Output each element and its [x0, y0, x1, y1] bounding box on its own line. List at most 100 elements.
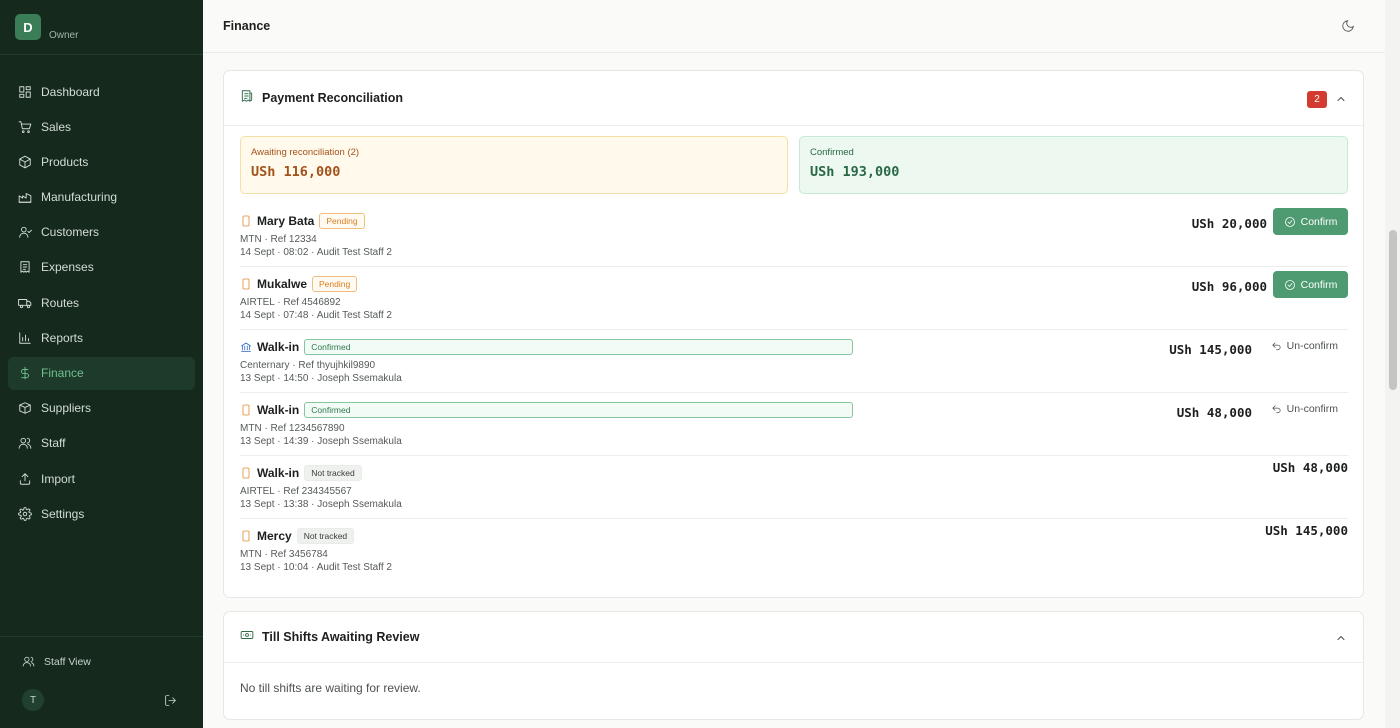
sidebar-item-label: Staff [41, 436, 66, 451]
user-icon [18, 225, 32, 239]
reconciliation-header[interactable]: Payment Reconciliation 2 [224, 71, 1363, 126]
cash-icon [240, 628, 254, 647]
sidebar-item-dashboard[interactable]: Dashboard [8, 75, 195, 108]
payer-name: Mukalwe [257, 277, 308, 291]
bank-icon [240, 341, 252, 353]
sidebar-item-suppliers[interactable]: Suppliers [8, 392, 195, 425]
bar-chart-icon [18, 331, 32, 345]
receipt-icon [240, 89, 254, 108]
payer-name: Walk-in [257, 466, 300, 480]
payment-date-staff: 13 Sept · 14:50 · Joseph Ssemakula [240, 373, 402, 384]
confirmed-summary: Confirmed USh 193,000 [799, 136, 1348, 194]
sidebar-item-label: Settings [41, 506, 85, 521]
theme-toggle-button[interactable] [1341, 19, 1355, 33]
sidebar-item-products[interactable]: Products [8, 145, 195, 178]
confirmed-label: Confirmed [810, 147, 854, 158]
payer-name: Walk-in [257, 340, 300, 354]
sidebar-item-sales[interactable]: Sales [8, 110, 195, 143]
awaiting-label: Awaiting reconciliation (2) [251, 147, 360, 158]
payment-amount: USh 48,000 [1176, 405, 1252, 420]
dollar-icon [18, 366, 32, 380]
logout-button[interactable] [164, 694, 177, 707]
business-avatar[interactable]: D [15, 14, 41, 40]
unconfirm-button[interactable]: Un-confirm [1271, 403, 1338, 415]
payment-date-staff: 14 Sept · 08:02 · Audit Test Staff 2 [240, 247, 392, 258]
payment-date-staff: 13 Sept · 10:04 · Audit Test Staff 2 [240, 562, 392, 573]
dashboard-icon [18, 85, 32, 99]
chevron-up-icon[interactable] [1335, 631, 1347, 643]
status-badge: Not tracked [304, 465, 362, 481]
truck-icon [18, 296, 32, 310]
user-avatar[interactable]: T [22, 689, 44, 711]
phone-icon [240, 278, 252, 290]
pending-count-badge: 2 [1307, 91, 1327, 108]
phone-icon [240, 467, 252, 479]
reconciliation-title: Payment Reconciliation [262, 91, 404, 105]
sidebar-item-import[interactable]: Import [8, 462, 195, 495]
sidebar-item-finance[interactable]: Finance [8, 356, 195, 390]
confirm-button[interactable]: Confirm [1273, 208, 1348, 235]
phone-icon [240, 215, 252, 227]
sidebar-item-staff[interactable]: Staff [8, 427, 195, 460]
staff-view-label: Staff View [44, 655, 91, 668]
confirm-button[interactable]: Confirm [1273, 271, 1348, 298]
till-shifts-header[interactable]: Till Shifts Awaiting Review [224, 612, 1363, 663]
sidebar-header: D Owner [0, 0, 203, 55]
confirmed-amount: USh 193,000 [810, 164, 900, 180]
status-badge: Confirmed [304, 402, 854, 418]
sidebar-item-label: Routes [41, 295, 80, 310]
unconfirm-button[interactable]: Un-confirm [1271, 340, 1338, 352]
till-shifts-card: Till Shifts Awaiting Review No till shif… [223, 611, 1364, 720]
payment-amount: USh 96,000 [1191, 279, 1267, 294]
payment-method-ref: AIRTEL · Ref 4546892 [240, 297, 341, 308]
check-circle-icon [1284, 216, 1295, 227]
till-shifts-empty-text: No till shifts are waiting for review. [240, 681, 421, 695]
staff-view-button[interactable]: Staff View [22, 655, 91, 668]
sidebar-item-label: Expenses [41, 260, 94, 275]
scrollbar-thumb[interactable] [1389, 230, 1397, 390]
phone-icon [240, 530, 252, 542]
chevron-up-icon[interactable] [1335, 92, 1347, 104]
sidebar-item-manufacturing[interactable]: Manufacturing [8, 181, 195, 214]
page-title: Finance [223, 19, 271, 33]
till-shifts-title: Till Shifts Awaiting Review [262, 630, 420, 644]
payment-row: Walk-in Not tracked AIRTEL · Ref 234345567… [240, 456, 1348, 519]
moon-icon [1342, 20, 1354, 32]
receipt-icon [18, 260, 32, 274]
payment-date-staff: 13 Sept · 14:39 · Joseph Ssemakula [240, 436, 402, 447]
payment-list: Mary Bata Pending MTN · Ref 12334 14 Sept ·… [240, 204, 1348, 582]
payment-amount: USh 145,000 [1265, 523, 1348, 538]
payment-row: Walk-in Confirmed MTN · Ref 1234567890 13 S… [240, 393, 1348, 456]
payer-name: Mercy [257, 529, 292, 543]
sidebar-nav: Dashboard Sales Products Manufacturing Custo… [8, 75, 195, 532]
sidebar-item-label: Customers [41, 225, 100, 240]
payment-date-staff: 14 Sept · 07:48 · Audit Test Staff 2 [240, 310, 392, 321]
sidebar-item-expenses[interactable]: Expenses [8, 251, 195, 284]
sidebar-item-customers[interactable]: Customers [8, 216, 195, 249]
cart-icon [18, 120, 32, 134]
confirm-label: Confirm [1300, 278, 1338, 291]
sidebar-item-label: Products [41, 154, 89, 169]
status-badge: Not tracked [296, 528, 355, 544]
payment-method-ref: Centernary · Ref thyujhkil9890 [240, 360, 376, 371]
sidebar-item-label: Import [41, 471, 76, 486]
payment-row: Mercy Not tracked MTN · Ref 3456784 13 Sept… [240, 519, 1348, 582]
payment-date-staff: 13 Sept · 13:38 · Joseph Ssemakula [240, 499, 402, 510]
scrollbar[interactable] [1385, 0, 1400, 728]
box-icon [18, 401, 32, 415]
payment-method-ref: MTN · Ref 1234567890 [240, 423, 345, 434]
upload-icon [18, 472, 32, 486]
phone-icon [240, 404, 252, 416]
payment-row: Mary Bata Pending MTN · Ref 12334 14 Sept ·… [240, 204, 1348, 267]
sidebar-item-routes[interactable]: Routes [8, 286, 195, 319]
top-bar: Finance [203, 0, 1385, 53]
payer-name: Walk-in [257, 403, 300, 417]
sidebar-item-reports[interactable]: Reports [8, 321, 195, 354]
check-circle-icon [1284, 279, 1295, 290]
status-badge: Pending [319, 213, 365, 229]
sidebar-item-settings[interactable]: Settings [8, 497, 195, 530]
undo-icon [1272, 341, 1281, 350]
users-icon [18, 436, 32, 450]
sidebar-item-label: Suppliers [41, 401, 92, 416]
unconfirm-label: Un-confirm [1286, 340, 1338, 352]
